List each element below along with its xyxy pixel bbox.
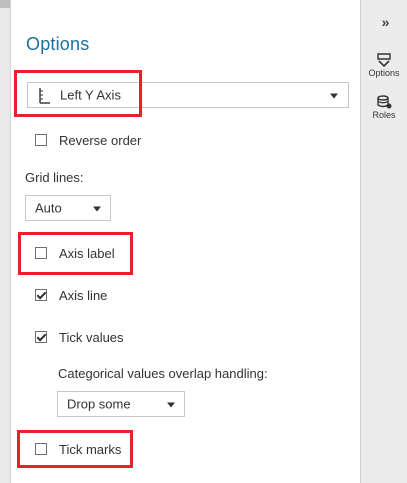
- options-rail-button[interactable]: Options: [361, 53, 407, 78]
- chevron-down-icon: [167, 402, 175, 408]
- left-edge-strip: [0, 0, 10, 483]
- chevron-down-icon: [330, 93, 338, 99]
- roles-rail-label: Roles: [372, 110, 396, 120]
- roles-icon: [377, 95, 392, 109]
- roles-rail-button[interactable]: Roles: [361, 95, 407, 120]
- side-rail: » Options Roles: [361, 0, 407, 483]
- reverse-order-option[interactable]: Reverse order: [35, 131, 141, 149]
- chevron-down-icon: [93, 206, 101, 212]
- reverse-order-checkbox[interactable]: [35, 134, 47, 146]
- options-rail-label: Options: [368, 68, 400, 78]
- grid-lines-select[interactable]: Auto: [25, 195, 111, 221]
- tick-values-checkbox[interactable]: [35, 331, 47, 343]
- overlap-handling-select[interactable]: Drop some: [57, 391, 185, 417]
- tick-values-label: Tick values: [59, 329, 124, 345]
- axis-line-label: Axis line: [59, 287, 108, 303]
- highlight-axis-label: [18, 232, 133, 275]
- grid-lines-value: Auto: [35, 200, 62, 216]
- overlap-handling-label: Categorical values overlap handling:: [58, 366, 268, 381]
- reverse-order-label: Reverse order: [59, 132, 142, 148]
- collapse-icon[interactable]: »: [361, 14, 407, 30]
- grid-lines-label: Grid lines:: [25, 170, 84, 185]
- highlight-axis-select: [14, 70, 142, 117]
- left-edge-bar: [0, 0, 10, 8]
- highlight-tick-marks: [17, 430, 133, 468]
- axis-line-checkbox[interactable]: [35, 289, 47, 301]
- axis-line-option[interactable]: Axis line: [35, 286, 107, 304]
- overlap-handling-value: Drop some: [67, 396, 131, 412]
- panel-title: Options: [26, 34, 90, 54]
- options-icon: [377, 53, 391, 67]
- tick-values-option[interactable]: Tick values: [35, 328, 124, 346]
